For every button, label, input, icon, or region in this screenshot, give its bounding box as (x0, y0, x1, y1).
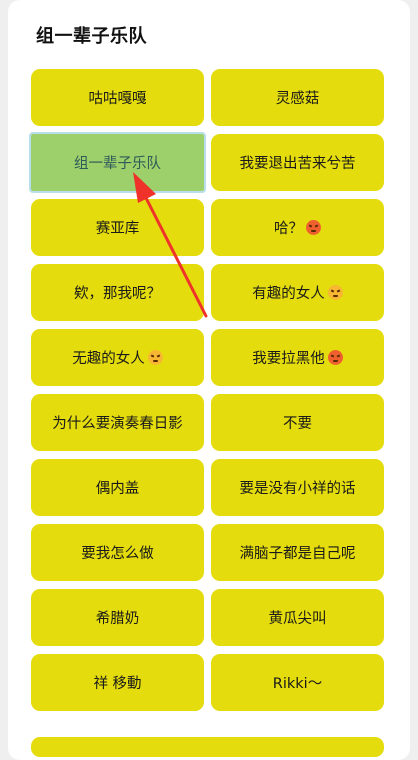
option-button[interactable]: 我要退出苦来兮苦 (211, 134, 384, 191)
option-button[interactable]: 哈？ (211, 199, 384, 256)
option-label: 咕咕嘎嘎 (88, 91, 147, 107)
smirk-face-icon (327, 285, 343, 300)
option-label: 欸，那我呢？ (74, 286, 161, 302)
option-label: 要是没有小祥的话 (239, 481, 356, 497)
option-label: 我要拉黑他 (252, 351, 325, 367)
option-button[interactable]: 希腊奶 (31, 589, 204, 646)
option-button[interactable]: 为什么要演奏春日影 (31, 394, 204, 451)
option-label: 希腊奶 (95, 611, 140, 627)
option-label: 灵感菇 (275, 91, 320, 107)
angry-face-icon (147, 350, 163, 365)
option-button[interactable]: 我要拉黑他 (211, 329, 384, 386)
option-button[interactable]: 偶内盖 (31, 459, 204, 516)
option-label: 要我怎么做 (81, 546, 154, 562)
option-label: 无趣的女人 (72, 351, 145, 367)
option-button[interactable]: 灵感菇 (211, 69, 384, 126)
option-button[interactable]: 赛亚库 (31, 199, 204, 256)
option-button[interactable]: 有趣的女人 (211, 264, 384, 321)
option-button[interactable]: 满脑子都是自己呢 (211, 524, 384, 581)
options-grid: 咕咕嘎嘎 灵感菇 组一辈子乐队 我要退出苦来兮苦 赛亚库 哈？ 欸，那我呢？ 有… (29, 69, 384, 711)
option-label: 偶内盖 (95, 481, 140, 497)
angry-face-red-icon (327, 350, 343, 365)
option-button[interactable]: 欸，那我呢？ (31, 264, 204, 321)
option-button[interactable]: 无趣的女人 (31, 329, 204, 386)
option-button[interactable]: 不要 (211, 394, 384, 451)
option-label: 满脑子都是自己呢 (239, 546, 356, 562)
option-label: 为什么要演奏春日影 (52, 416, 183, 432)
option-label: 哈？ (274, 221, 303, 237)
next-option-partial[interactable] (31, 737, 384, 757)
option-label: 有趣的女人 (252, 286, 325, 302)
angry-face-icon (306, 220, 321, 235)
option-button[interactable]: Rikki～ (211, 654, 384, 711)
option-button-selected[interactable]: 组一辈子乐队 (29, 132, 206, 193)
option-label: 赛亚库 (95, 221, 140, 237)
option-button[interactable]: 祥 移動 (31, 654, 204, 711)
option-button[interactable]: 要我怎么做 (31, 524, 204, 581)
option-button[interactable]: 要是没有小祥的话 (211, 459, 384, 516)
option-label: 不要 (283, 416, 312, 432)
option-label: 黄瓜尖叫 (268, 611, 327, 627)
question-title: 组一辈子乐队 (36, 26, 147, 47)
option-button[interactable]: 咕咕嘎嘎 (31, 69, 204, 126)
option-label: 组一辈子乐队 (74, 156, 161, 172)
option-label: Rikki～ (272, 676, 323, 692)
option-label: 祥 移動 (93, 676, 142, 692)
option-button[interactable]: 黄瓜尖叫 (211, 589, 384, 646)
option-label: 我要退出苦来兮苦 (239, 156, 356, 172)
